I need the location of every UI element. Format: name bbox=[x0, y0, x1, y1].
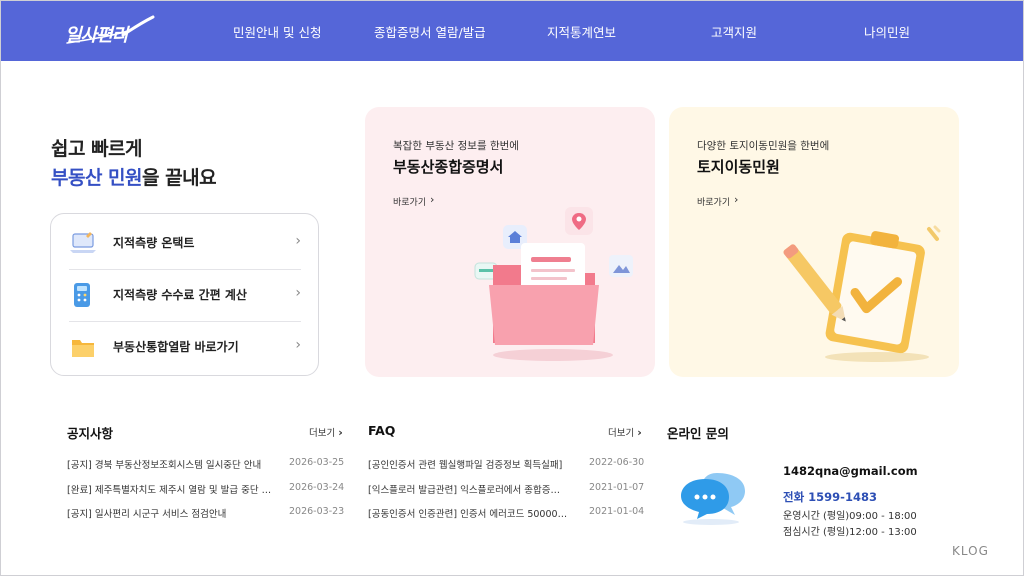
quick-links-box: 지적측량 온택트 › 지적측량 수수료 간편 계산 › 부동산통합열람 바로가기… bbox=[50, 213, 319, 376]
chevron-right-icon: › bbox=[295, 285, 301, 301]
quick-link-label: 부동산통합열람 바로가기 bbox=[113, 340, 239, 354]
faq-section-title: FAQ bbox=[368, 423, 396, 438]
quick-link-label: 지적측량 온택트 bbox=[113, 236, 195, 250]
nav-item-my-civil[interactable]: 나의민원 bbox=[864, 22, 910, 41]
clipboard-check-icon bbox=[783, 225, 941, 362]
more-label: 더보기 bbox=[608, 428, 635, 439]
card-title: 부동산종합증명서 bbox=[393, 158, 504, 176]
card-subtitle: 다양한 토지이동민원을 한번에 bbox=[697, 140, 830, 152]
notice-item-date: 2026-03-25 bbox=[289, 457, 345, 468]
faq-item-title[interactable]: [공인인증서 관련 웹실행파일 검증정보 획득실패] bbox=[368, 457, 568, 471]
chevron-right-icon: › bbox=[637, 426, 642, 439]
chevron-right-icon: › bbox=[338, 426, 343, 439]
contact-lunch-hours: 점심시간 (평일)12:00 - 13:00 bbox=[783, 527, 917, 538]
card-real-estate-certificate[interactable]: 복잡한 부동산 정보를 한번에 부동산종합증명서 바로가기 › bbox=[365, 107, 655, 377]
nav-item-statistics[interactable]: 지적통계연보 bbox=[547, 22, 616, 41]
hero-line-2: 부동산 민원을 끝내요 bbox=[51, 163, 217, 190]
document-folder-icon bbox=[474, 207, 633, 361]
notice-item-title[interactable]: [공지] 경북 부동산정보조회시스템 일시중단 안내 bbox=[67, 457, 267, 471]
chat-bubbles-icon bbox=[681, 473, 745, 525]
top-navigation: 일사편리 민원안내 및 신청 종합증명서 열람/발급 지적통계연보 고객지원 나… bbox=[1, 1, 1023, 61]
notice-item-title[interactable]: [완료] 제주특별자치도 제주시 열람 및 발급 중단 … bbox=[67, 482, 273, 496]
nav-item-civil-guide[interactable]: 민원안내 및 신청 bbox=[233, 22, 321, 41]
quick-link-integrated-view[interactable]: 부동산통합열람 바로가기 › bbox=[69, 321, 301, 373]
faq-item-title[interactable]: [공동인증서 인증관련] 인증서 에러코드 500000… bbox=[368, 506, 568, 520]
card-subtitle: 복잡한 부동산 정보를 한번에 bbox=[393, 140, 519, 152]
contact-phone[interactable]: 전화 1599-1483 bbox=[783, 489, 877, 505]
quick-link-label: 지적측량 수수료 간편 계산 bbox=[113, 288, 247, 302]
faq-item-date: 2021-01-07 bbox=[589, 482, 645, 493]
nav-item-certificate[interactable]: 종합증명서 열람/발급 bbox=[374, 22, 486, 41]
notice-item-title[interactable]: [공지] 일사편리 시군구 서비스 점검안내 bbox=[67, 506, 267, 520]
faq-item-title[interactable]: [익스플로러 발급관련] 익스플로러에서 종합증명… bbox=[368, 482, 568, 496]
folder-icon bbox=[72, 340, 94, 357]
faq-item-date: 2022-06-30 bbox=[589, 457, 645, 468]
more-label: 더보기 bbox=[309, 428, 336, 439]
notice-more-link[interactable]: 더보기 › bbox=[309, 425, 343, 439]
notice-item-date: 2026-03-23 bbox=[289, 506, 345, 517]
chevron-right-icon: › bbox=[430, 193, 435, 206]
chevron-right-icon: › bbox=[734, 193, 739, 206]
faq-more-link[interactable]: 더보기 › bbox=[608, 425, 642, 439]
card-link[interactable]: 바로가기 bbox=[697, 195, 730, 208]
calculator-icon bbox=[74, 283, 90, 307]
quick-link-survey-ontact[interactable]: 지적측량 온택트 › bbox=[69, 217, 301, 269]
nav-item-support[interactable]: 고객지원 bbox=[711, 22, 757, 41]
quick-link-fee-calculator[interactable]: 지적측량 수수료 간편 계산 › bbox=[69, 269, 301, 321]
contact-email[interactable]: 1482qna@gmail.com bbox=[783, 464, 918, 478]
logo-text: 일사편리 bbox=[65, 25, 128, 46]
watermark-text: KLOG bbox=[952, 544, 989, 558]
laptop-icon bbox=[70, 232, 96, 253]
hero-line-2-rest: 을 끝내요 bbox=[142, 167, 217, 189]
online-inquiry-title: 온라인 문의 bbox=[667, 426, 729, 441]
notice-item-date: 2026-03-24 bbox=[289, 482, 345, 493]
chevron-right-icon: › bbox=[295, 337, 301, 353]
hero-accent: 부동산 민원 bbox=[51, 167, 143, 189]
contact-hours: 운영시간 (평일)09:00 - 18:00 bbox=[783, 511, 917, 522]
card-land-movement[interactable]: 다양한 토지이동민원을 한번에 토지이동민원 바로가기 › bbox=[669, 107, 959, 377]
faq-item-date: 2021-01-04 bbox=[589, 506, 645, 517]
card-title: 토지이동민원 bbox=[697, 158, 780, 176]
chevron-right-icon: › bbox=[295, 233, 301, 249]
site-logo[interactable]: 일사편리 bbox=[63, 15, 163, 47]
hero-line-1: 쉽고 빠르게 bbox=[51, 138, 143, 160]
card-link[interactable]: 바로가기 bbox=[393, 195, 426, 208]
notice-section-title: 공지사항 bbox=[67, 426, 114, 441]
